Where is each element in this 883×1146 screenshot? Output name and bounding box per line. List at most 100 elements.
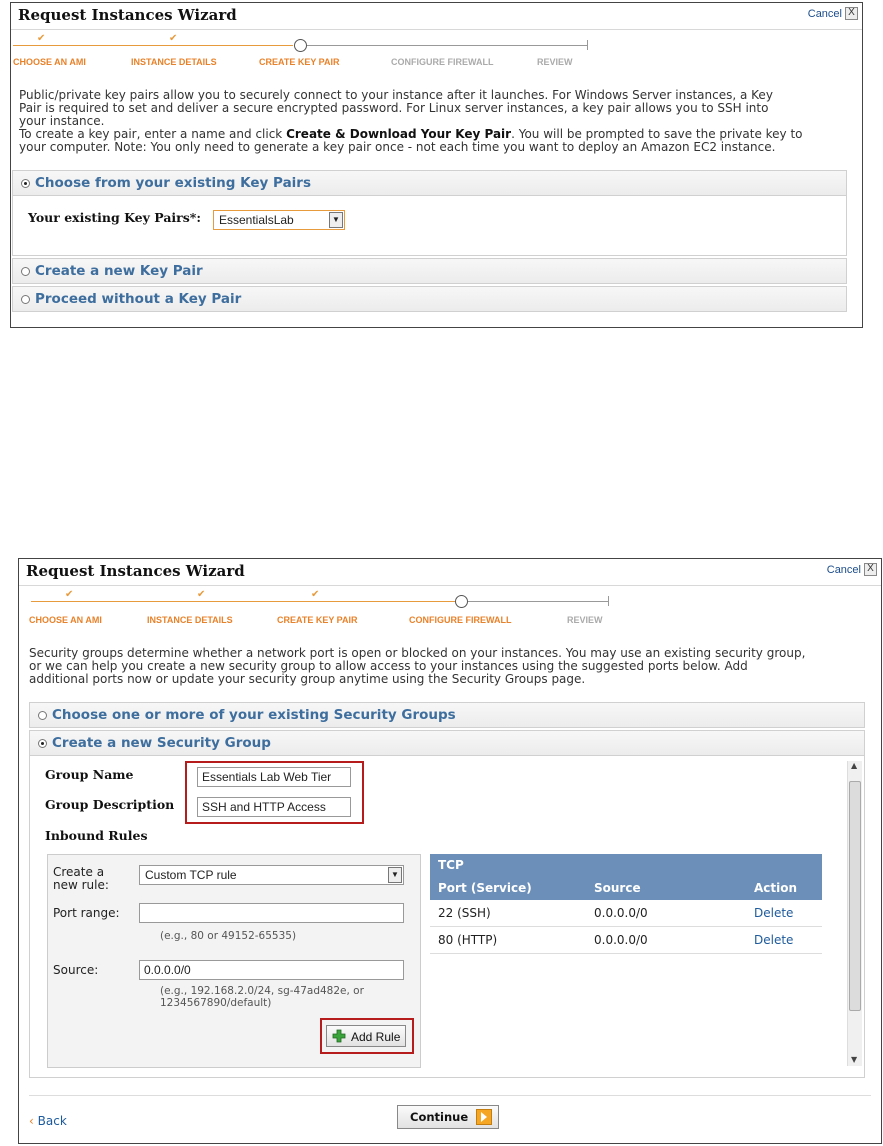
- cancel-label[interactable]: Cancel: [827, 564, 861, 576]
- radio-unselected-icon[interactable]: [21, 266, 30, 276]
- option-existing-security-groups[interactable]: Choose one or more of your existing Secu…: [29, 702, 865, 728]
- scroll-up-icon[interactable]: ▲: [851, 761, 857, 770]
- highlight-group-fields: [185, 761, 364, 824]
- wizard-title-bar: Request Instances Wizard Cancel X: [11, 3, 862, 30]
- existing-key-pairs-label: Your existing Key Pairs*:: [28, 210, 201, 225]
- progress-line-complete: [13, 45, 293, 46]
- source-hint-2: 1234567890/default): [160, 997, 272, 1009]
- source-hint: (e.g., 192.168.2.0/24, sg-47ad482e, or: [160, 985, 364, 997]
- step-complete-icon: ✔: [37, 33, 46, 44]
- wizard-progress: ✔ ✔ ✔ CHOOSE AN AMI INSTANCE DETAILS CRE…: [19, 589, 881, 629]
- cell-source: 0.0.0.0/0: [594, 933, 648, 947]
- current-step-indicator: [294, 39, 307, 52]
- rule-type-value[interactable]: Custom TCP rule: [145, 868, 237, 882]
- option-label[interactable]: Choose one or more of your existing Secu…: [52, 707, 456, 723]
- cell-port: 22 (SSH): [438, 906, 491, 920]
- progress-line-pending: [468, 601, 608, 602]
- back-link[interactable]: ‹ Back: [29, 1114, 67, 1128]
- create-rule-label: Create a: [53, 865, 105, 879]
- step-instance-details: INSTANCE DETAILS: [147, 615, 233, 625]
- footer-divider: [29, 1095, 871, 1096]
- wizard-key-pair: Request Instances Wizard Cancel X ✔ ✔ CH…: [10, 2, 863, 328]
- existing-key-pairs-panel: Your existing Key Pairs*: EssentialsLab …: [12, 196, 847, 256]
- step-configure-firewall: CONFIGURE FIREWALL: [391, 57, 494, 67]
- step-create-key-pair: CREATE KEY PAIR: [277, 615, 358, 625]
- col-source: Source: [594, 881, 641, 895]
- continue-label[interactable]: Continue: [410, 1110, 468, 1124]
- option-label[interactable]: Choose from your existing Key Pairs: [35, 175, 311, 191]
- option-create-key-pair[interactable]: Create a new Key Pair: [12, 258, 847, 284]
- step-complete-icon: ✔: [197, 589, 206, 600]
- key-pair-description: Public/private key pairs allow you to se…: [19, 89, 854, 154]
- delete-link[interactable]: Delete: [746, 900, 822, 927]
- port-range-label: Port range:: [53, 906, 120, 920]
- option-create-security-group[interactable]: Create a new Security Group: [29, 730, 865, 756]
- rule-type-select[interactable]: Custom TCP rule ▼: [139, 865, 404, 885]
- chevron-down-icon[interactable]: ▼: [388, 867, 402, 883]
- progress-line-end: [587, 40, 588, 50]
- port-range-input[interactable]: [139, 903, 404, 923]
- back-label[interactable]: Back: [38, 1114, 67, 1128]
- key-pair-select-value[interactable]: EssentialsLab: [219, 213, 294, 227]
- wizard-title: Request Instances Wizard: [18, 6, 237, 24]
- description-line: your computer. Note: You only need to ge…: [19, 140, 776, 154]
- option-label[interactable]: Proceed without a Key Pair: [35, 291, 241, 307]
- vertical-scrollbar[interactable]: ▲ ▼: [847, 761, 862, 1066]
- current-step-indicator: [455, 595, 468, 608]
- option-label[interactable]: Create a new Key Pair: [35, 263, 203, 279]
- close-icon[interactable]: X: [845, 7, 858, 20]
- step-instance-details: INSTANCE DETAILS: [131, 57, 217, 67]
- wizard-title: Request Instances Wizard: [26, 562, 245, 580]
- step-review: REVIEW: [567, 615, 603, 625]
- step-complete-icon: ✔: [65, 589, 74, 600]
- table-title: TCP: [438, 858, 464, 872]
- progress-line-complete: [31, 601, 455, 602]
- option-existing-key-pairs[interactable]: Choose from your existing Key Pairs: [12, 170, 847, 196]
- group-description-label: Group Description: [45, 797, 175, 812]
- radio-selected-icon[interactable]: [38, 738, 47, 748]
- col-action: Action: [754, 881, 798, 895]
- wizard-progress: ✔ ✔ CHOOSE AN AMI INSTANCE DETAILS CREAT…: [11, 33, 862, 73]
- scrollbar-thumb[interactable]: [849, 781, 861, 1011]
- chevron-down-icon[interactable]: ▼: [329, 212, 343, 228]
- step-configure-firewall: CONFIGURE FIREWALL: [409, 615, 512, 625]
- col-port: Port (Service): [438, 881, 532, 895]
- inbound-rules-table: TCP Port (Service) Source Action 22 (SSH…: [430, 854, 822, 954]
- delete-link[interactable]: Delete: [746, 927, 822, 954]
- cancel-button[interactable]: Cancel X: [827, 563, 877, 576]
- scroll-down-icon[interactable]: ▼: [851, 1055, 857, 1064]
- description-line: additional ports now or update your secu…: [29, 672, 586, 686]
- table-header-row: Port (Service) Source Action: [430, 876, 822, 900]
- step-review: REVIEW: [537, 57, 573, 67]
- step-complete-icon: ✔: [311, 589, 320, 600]
- create-security-group-panel: Group Name Group Description Inbound Rul…: [29, 756, 865, 1078]
- source-label: Source:: [53, 963, 99, 977]
- cancel-label[interactable]: Cancel: [808, 8, 842, 20]
- security-group-description: Security groups determine whether a netw…: [29, 647, 874, 686]
- cell-source: 0.0.0.0/0: [594, 906, 648, 920]
- wizard-firewall: Request Instances Wizard Cancel X ✔ ✔ ✔ …: [18, 558, 882, 1144]
- close-icon[interactable]: X: [864, 563, 877, 576]
- step-choose-ami: CHOOSE AN AMI: [13, 57, 86, 67]
- radio-unselected-icon[interactable]: [21, 294, 30, 304]
- continue-button[interactable]: Continue: [397, 1105, 499, 1129]
- group-name-label: Group Name: [45, 767, 134, 782]
- radio-selected-icon[interactable]: [21, 178, 30, 188]
- new-rule-panel: Create a new rule: Custom TCP rule ▼ Por…: [47, 854, 421, 1068]
- table-row: 80 (HTTP) 0.0.0.0/0 Delete: [430, 926, 822, 954]
- cell-port: 80 (HTTP): [438, 933, 498, 947]
- create-rule-label-2: new rule:: [53, 878, 109, 892]
- progress-line-end: [608, 596, 609, 606]
- source-input[interactable]: 0.0.0.0/0: [139, 960, 404, 980]
- key-pair-select[interactable]: EssentialsLab ▼: [213, 210, 345, 230]
- radio-unselected-icon[interactable]: [38, 710, 47, 720]
- option-no-key-pair[interactable]: Proceed without a Key Pair: [12, 286, 847, 312]
- inbound-rules-label: Inbound Rules: [45, 828, 148, 843]
- cancel-button[interactable]: Cancel X: [808, 7, 858, 20]
- arrow-right-icon[interactable]: [476, 1109, 492, 1125]
- option-label[interactable]: Create a new Security Group: [52, 735, 271, 751]
- step-complete-icon: ✔: [169, 33, 178, 44]
- table-title-row: TCP: [430, 854, 822, 876]
- progress-line-pending: [307, 45, 587, 46]
- chevron-left-icon[interactable]: ‹: [29, 1114, 34, 1128]
